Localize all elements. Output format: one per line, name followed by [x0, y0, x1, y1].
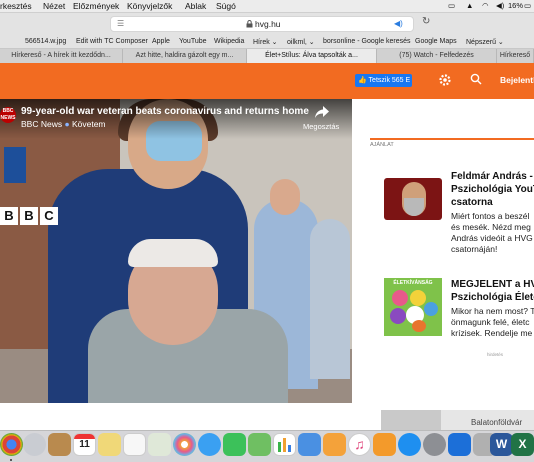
share-label[interactable]: Megosztás: [303, 122, 339, 131]
word-icon[interactable]: W: [490, 433, 513, 456]
menu-edit[interactable]: rkesztés: [0, 1, 32, 11]
article-description: önmagunk felé, életc: [451, 317, 530, 327]
bookmark-item[interactable]: Google Maps: [415, 38, 457, 45]
chrome-icon[interactable]: [0, 433, 23, 456]
article-description: András videóit a HVG: [451, 233, 533, 243]
address-bar[interactable]: ☰ hvg.hu ◀): [110, 16, 414, 32]
reload-icon[interactable]: ↻: [422, 16, 430, 27]
battery-icon[interactable]: ▭: [524, 1, 531, 10]
tab-article[interactable]: Azt hitte, haldira gázolt egy m...: [123, 49, 247, 63]
like-label: Tetszik 565 E: [368, 77, 411, 84]
bookmarks-bar: 566514.w.jpg Edit with TC Composer Apple…: [0, 36, 534, 49]
books-icon[interactable]: [373, 433, 396, 456]
menu-bookmarks[interactable]: Könyvjelzők: [127, 1, 172, 11]
app-store-icon[interactable]: [398, 433, 421, 456]
maps-icon[interactable]: [248, 433, 271, 456]
tab-watch[interactable]: (75) Watch - Felfedezés: [377, 49, 497, 63]
verified-icon: ●: [64, 119, 72, 129]
article-title[interactable]: MEGJELENT a HV: [451, 278, 534, 291]
calendar-icon[interactable]: 11: [73, 433, 96, 456]
video-channel[interactable]: BBC News ● Követem: [21, 119, 106, 129]
share-icon[interactable]: [314, 105, 330, 119]
video-title[interactable]: 99-year-old war veteran beats coronaviru…: [21, 106, 309, 117]
bookmark-item[interactable]: YouTube: [179, 38, 207, 45]
follow-link[interactable]: Követem: [72, 119, 106, 129]
facetime-icon[interactable]: [223, 433, 246, 456]
browser-toolbar: ☰ hvg.hu ◀) ↻: [0, 13, 534, 36]
calendar-day: 11: [79, 439, 90, 450]
tab-bar: Hírkereső - A hírek itt kezdődn... Azt h…: [0, 49, 534, 63]
reader-menu-icon[interactable]: ☰: [117, 19, 124, 28]
system-preferences-icon[interactable]: [423, 433, 446, 456]
notes-icon[interactable]: [48, 433, 71, 456]
audio-playing-icon[interactable]: ◀): [394, 19, 403, 28]
tab-hirkereso[interactable]: Hírkereső - A hírek itt kezdődn...: [0, 49, 123, 63]
dock: 11 ♫ W X: [0, 430, 534, 462]
excel-icon[interactable]: X: [511, 433, 534, 456]
section-divider: [370, 138, 534, 140]
article-thumbnail[interactable]: [384, 178, 442, 220]
book-cover-title: ÉLETKÍVÁNSÁG: [393, 280, 433, 286]
screen-icon[interactable]: ▭: [448, 1, 455, 10]
login-link[interactable]: Bejelentk: [500, 75, 534, 85]
bookmark-item[interactable]: Edit with TC Composer: [76, 38, 148, 45]
numbers-icon[interactable]: [273, 433, 296, 456]
menu-window[interactable]: Ablak: [185, 1, 206, 11]
teamviewer-icon[interactable]: [448, 433, 471, 456]
preview-icon[interactable]: [148, 433, 171, 456]
photos-icon[interactable]: [173, 433, 196, 456]
article-description: csatornáján!: [451, 244, 498, 254]
gear-icon[interactable]: [438, 73, 452, 87]
article-description: és mesék. Nézd meg: [451, 222, 531, 232]
section-label: AJÁNLAT: [370, 142, 394, 148]
reminders-icon[interactable]: [123, 433, 146, 456]
channel-name[interactable]: BBC News: [21, 119, 62, 129]
site-header: 👍 Tetszik 565 E Bejelentk: [0, 63, 534, 99]
article-description: Miért fontos a beszél: [451, 211, 530, 221]
keynote-icon[interactable]: [298, 433, 321, 456]
messages-icon[interactable]: [198, 433, 221, 456]
menu-help[interactable]: Súgó: [216, 1, 236, 11]
search-icon[interactable]: [470, 73, 482, 85]
menu-history[interactable]: Előzmények: [73, 1, 119, 11]
bookmark-item[interactable]: Hírek ⌄: [253, 38, 278, 46]
bookmark-item[interactable]: oilkml, ⌄: [287, 38, 315, 46]
article-description: krízisek. Rendelje me: [451, 328, 533, 338]
volume-icon[interactable]: ◀): [496, 1, 504, 10]
pages-icon[interactable]: [323, 433, 346, 456]
ad-label: hirdetés: [487, 352, 504, 357]
article-title[interactable]: Feldmár András -: [451, 170, 533, 183]
article-description: Mikor ha nem most? T: [451, 306, 534, 316]
menu-bar: rkesztés Nézet Előzmények Könyvjelzők Ab…: [0, 0, 534, 13]
video-player[interactable]: BBC BBC NEWS 99-year-old war veteran bea…: [0, 99, 352, 403]
wifi-icon[interactable]: ◠: [482, 1, 489, 10]
airplay-icon[interactable]: ▲: [466, 1, 473, 10]
article-title[interactable]: Pszichológia YouT: [451, 183, 534, 196]
bookmark-item[interactable]: Népszerű ⌄: [466, 38, 504, 46]
article-title[interactable]: csatorna: [451, 196, 493, 209]
book-cover-thumbnail[interactable]: ÉLETKÍVÁNSÁG: [384, 278, 442, 336]
bookmark-item[interactable]: borsonline - Google keresés: [323, 38, 411, 45]
lock-icon: [246, 20, 253, 28]
stickies-icon[interactable]: [98, 433, 121, 456]
article-title[interactable]: Pszichológia Életc: [451, 291, 534, 304]
menu-view[interactable]: Nézet: [43, 1, 65, 11]
bookmark-item[interactable]: 566514.w.jpg: [25, 38, 66, 45]
bbc-watermark: BBC: [0, 207, 60, 225]
facebook-like-button[interactable]: 👍 Tetszik 565 E: [355, 74, 412, 87]
bbc-news-avatar[interactable]: BBC NEWS: [0, 107, 16, 123]
tab-hirkereso-2[interactable]: Hírkereső: [497, 49, 534, 63]
url-text: hvg.hu: [255, 19, 281, 29]
ad-text[interactable]: Balatonföldvár: [471, 418, 522, 427]
bookmark-item[interactable]: Apple: [152, 38, 170, 45]
battery-percent: 16%: [508, 1, 524, 10]
music-icon[interactable]: ♫: [348, 433, 371, 456]
tab-elet-stilus[interactable]: Élet+Stílus: Álva tapsolták a...: [247, 49, 377, 63]
launchpad-icon[interactable]: [23, 433, 46, 456]
thumbs-up-icon: 👍: [358, 77, 369, 84]
bookmark-item[interactable]: Wikipedia: [214, 38, 244, 45]
